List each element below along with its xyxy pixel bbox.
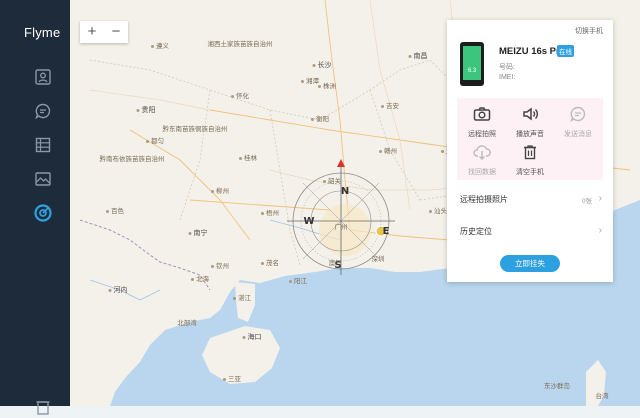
zoom-out-button[interactable]: − [104,21,128,43]
city-label: 吉安 [381,100,399,110]
city-label: 阳江 [289,275,307,285]
city-label: 桂林 [239,152,257,162]
action-label: 找回数据 [468,169,496,176]
photos-icon [35,172,51,186]
action-label: 远程拍照 [468,131,496,138]
city-label: 都匀 [146,135,164,145]
compass-n: N [341,186,349,197]
phone-screen-text: 6.3 [467,68,477,74]
speaker-icon [523,107,538,121]
city-label: 黔南布依族苗族自治州 [99,156,165,163]
city-label: 黔东南苗族侗族自治州 [162,126,228,133]
find-phone-icon [34,204,52,222]
action-label: 清空手机 [516,169,544,176]
action-label: 播放声音 [516,131,544,138]
compass-e: E [383,226,390,237]
city-label: 湘潭 [301,75,319,85]
city-label: 北部湾 [177,320,197,327]
city-label: 钦州 [211,260,229,270]
zoom-in-button[interactable]: + [80,21,104,43]
city-label: 百色 [106,205,124,215]
row-label: 远程拍摄照片 [460,195,508,204]
city-label: 东沙群岛 [544,383,570,390]
city-label: 梧州 [261,207,279,217]
flyme-logo: Flyme [24,25,61,40]
city-label: 衡阳 [311,113,329,123]
sidebar: Flyme [0,0,70,415]
location-history-row[interactable]: 历史定位 › [460,225,602,237]
compass-w: W [303,216,314,227]
city-label: 北海 [191,273,209,283]
device-panel: 切换手机 6.3 MEIZU 16s Pro 在线 号码: IMEI: 远程拍照… [447,20,613,282]
action-label: 发送消息 [564,131,592,138]
sidebar-item-photos[interactable] [32,168,54,190]
row-label: 历史定位 [460,227,492,236]
messages-icon [35,103,51,120]
phone-number-label: 号码: [499,64,515,71]
sidebar-item-find-phone[interactable] [32,202,54,224]
sidebar-item-trash[interactable] [32,396,54,418]
city-label: 三亚 [223,373,241,383]
city-label: 柳州 [211,185,229,195]
remote-photos-row[interactable]: 远程拍摄照片 0张 › [460,193,602,205]
device-name: MEIZU 16s Pro [499,46,566,57]
city-label: 贵阳 [136,105,156,115]
zoom-control: + − [80,21,128,43]
recover-data-button[interactable]: 找回数据 [458,144,506,177]
phone-image: 6.3 [460,42,484,86]
report-lost-button[interactable]: 立即挂失 [500,255,560,272]
wipe-phone-button[interactable]: 清空手机 [506,144,554,177]
switch-phone-link[interactable]: 切换手机 [575,26,603,36]
city-label: 怀化 [231,90,249,100]
city-label: 澳门 [328,260,342,267]
remote-photo-button[interactable]: 远程拍照 [458,106,506,139]
city-label: 湘西土家族苗族自治州 [207,41,273,48]
camera-icon [473,107,491,121]
trash-icon [524,145,536,160]
city-label: 株洲 [318,80,336,90]
city-label: 南昌 [408,51,428,61]
online-badge: 在线 [557,45,574,57]
city-label: 韶关 [323,175,341,185]
sidebar-item-messages[interactable] [32,100,54,122]
records-icon [35,137,51,153]
contacts-icon [35,69,51,85]
cloud-download-icon [473,145,491,160]
chevron-right-icon: › [598,225,602,236]
city-label: 赣州 [379,145,397,155]
chevron-right-icon: › [598,193,602,204]
city-label: 河内 [108,285,128,295]
trash-icon [36,401,50,415]
sidebar-item-contacts[interactable] [32,66,54,88]
city-label: 遵义 [151,40,169,50]
city-label: 台湾 [595,393,609,400]
imei-label: IMEI: [499,74,516,81]
city-label: 深圳 [371,256,385,263]
city-label: 茂名 [261,257,279,267]
sidebar-item-records[interactable] [32,134,54,156]
row-value: 0张 [581,198,592,205]
city-label: 长沙 [312,60,332,70]
city-label: 湛江 [233,292,251,302]
message-icon [570,106,586,123]
city-label: 南宁 [188,228,208,238]
send-message-button[interactable]: 发送消息 [554,106,602,139]
actions-grid: 远程拍照 播放声音 发送消息 找回数据 清空手机 [457,98,603,180]
city-label: 广州 [334,224,348,231]
city-label: 汕头 [429,205,447,215]
play-sound-button[interactable]: 播放声音 [506,106,554,139]
city-label: 海口 [242,332,262,342]
